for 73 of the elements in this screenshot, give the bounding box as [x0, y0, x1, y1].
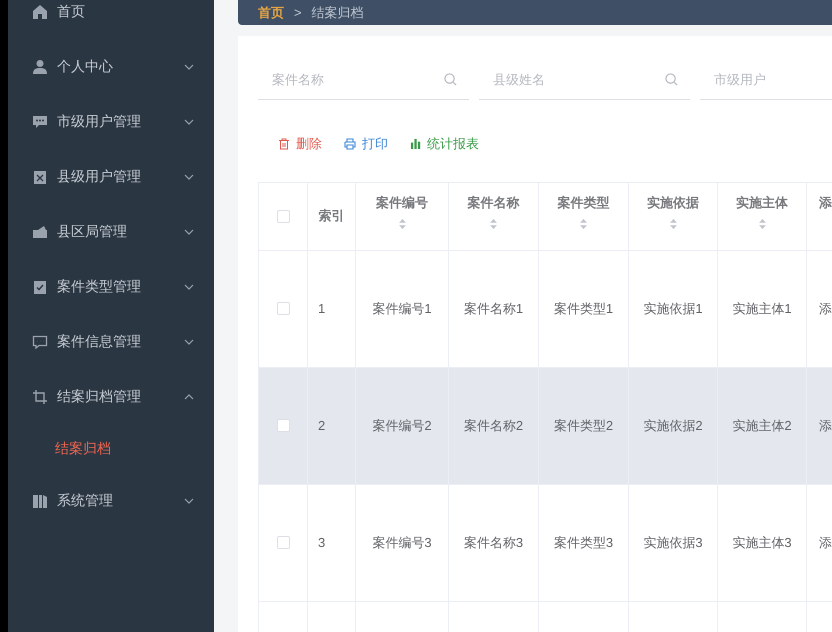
home-icon [32, 4, 48, 20]
table-cell-text: 实施依据3 [643, 534, 703, 552]
column-header: 索引 [318, 207, 344, 226]
table-cell-text: 添 [819, 416, 832, 435]
clipboard-check-icon [32, 278, 48, 294]
table-cell-text: 1 [318, 300, 326, 318]
sort-icon[interactable] [579, 218, 588, 230]
printer-icon [344, 138, 356, 150]
table-cell-text: 实施主体3 [732, 534, 792, 552]
sidebar-item-label[interactable]: 结案归档管理 [57, 386, 175, 407]
sort-icon[interactable] [758, 218, 766, 230]
sidebar-item-label[interactable]: 案件信息管理 [57, 331, 175, 352]
breadcrumb-separator: > [294, 4, 302, 22]
table-row[interactable]: 1 案件编号1 案件名称1 案件类型1 实施依据1 实施主体1 添 [258, 250, 832, 368]
search-field[interactable]: 县级姓名 [479, 60, 690, 100]
book-icon [32, 492, 48, 508]
clipboard-icon [32, 168, 48, 184]
toolbar-button[interactable]: 删除 [278, 134, 322, 154]
table-cell-text: 案件名称2 [464, 416, 524, 435]
table-cell-text: 添 [819, 534, 832, 552]
message-icon [32, 334, 48, 350]
table-cell-text: 案件名称3 [464, 534, 524, 552]
table-cell-text: 案件名称1 [464, 300, 524, 318]
checkbox[interactable] [276, 419, 290, 432]
toolbar-button[interactable]: 打印 [344, 134, 388, 154]
search-icon [444, 73, 457, 86]
breadcrumb-link[interactable]: 首页 [258, 2, 284, 22]
sidebar-item-label[interactable]: 县区局管理 [57, 221, 175, 242]
sidebar-item-label[interactable]: 系统管理 [57, 490, 175, 511]
table-cell-text: 案件类型2 [554, 416, 614, 435]
sidebar-item-label[interactable]: 个人中心 [57, 56, 175, 77]
chat-icon [32, 114, 48, 130]
wallet-icon [32, 224, 48, 240]
trash-icon [278, 138, 290, 150]
column-header: 案件类型 [558, 194, 610, 212]
sidebar-item-label[interactable]: 县级用户管理 [57, 166, 175, 187]
table-cell-text: 案件类型3 [554, 534, 614, 552]
table-cell-text: 实施主体2 [732, 416, 792, 435]
table-cell-text: 3 [318, 534, 326, 552]
sort-icon[interactable] [668, 218, 678, 230]
table-cell-text: 2 [318, 416, 326, 435]
table-row[interactable]: 2 案件编号2 案件名称2 案件类型2 实施依据2 实施主体2 添 [258, 368, 832, 484]
crop-icon [32, 388, 48, 404]
user-icon [32, 58, 48, 74]
table-cell-text: 案件类型1 [554, 300, 614, 318]
search-field[interactable]: 市级用户 [700, 60, 832, 100]
sidebar-item-label[interactable]: 首页 [57, 1, 194, 22]
table-cell-text: 案件编号1 [372, 300, 432, 318]
table-cell-text: 实施依据1 [643, 300, 703, 318]
checkbox[interactable] [276, 302, 290, 315]
search-field[interactable]: 案件名称 [258, 60, 469, 100]
sort-icon[interactable] [398, 218, 406, 230]
table-row[interactable]: 3 案件编号3 案件名称3 案件类型3 实施依据3 实施主体3 添 [258, 484, 832, 602]
column-header: 实施依据 [647, 194, 699, 212]
toolbar-button[interactable]: 统计报表 [410, 134, 479, 154]
table-cell-text: 案件编号3 [372, 534, 432, 552]
table-cell-text: 案件编号2 [372, 416, 432, 435]
table-cell-text: 实施主体1 [732, 300, 792, 318]
sidebar-item-label[interactable]: 案件类型管理 [57, 276, 175, 297]
submenu-item[interactable]: 结案归档 [8, 424, 214, 473]
checkbox[interactable] [276, 536, 290, 549]
bar-chart-icon [410, 138, 421, 150]
sort-icon[interactable] [489, 218, 498, 230]
table-cell-text: 添 [819, 300, 832, 318]
table-cell-text: 实施依据2 [643, 416, 703, 435]
column-header: 案件名称 [468, 194, 520, 212]
sidebar-item-label[interactable]: 市级用户管理 [57, 111, 175, 132]
column-header: 添 [819, 194, 832, 212]
search-icon [665, 73, 678, 86]
breadcrumb-current: 结案归档 [312, 4, 364, 22]
column-header: 实施主体 [736, 194, 788, 212]
checkbox[interactable] [276, 210, 290, 222]
column-header: 案件编号 [376, 194, 428, 212]
